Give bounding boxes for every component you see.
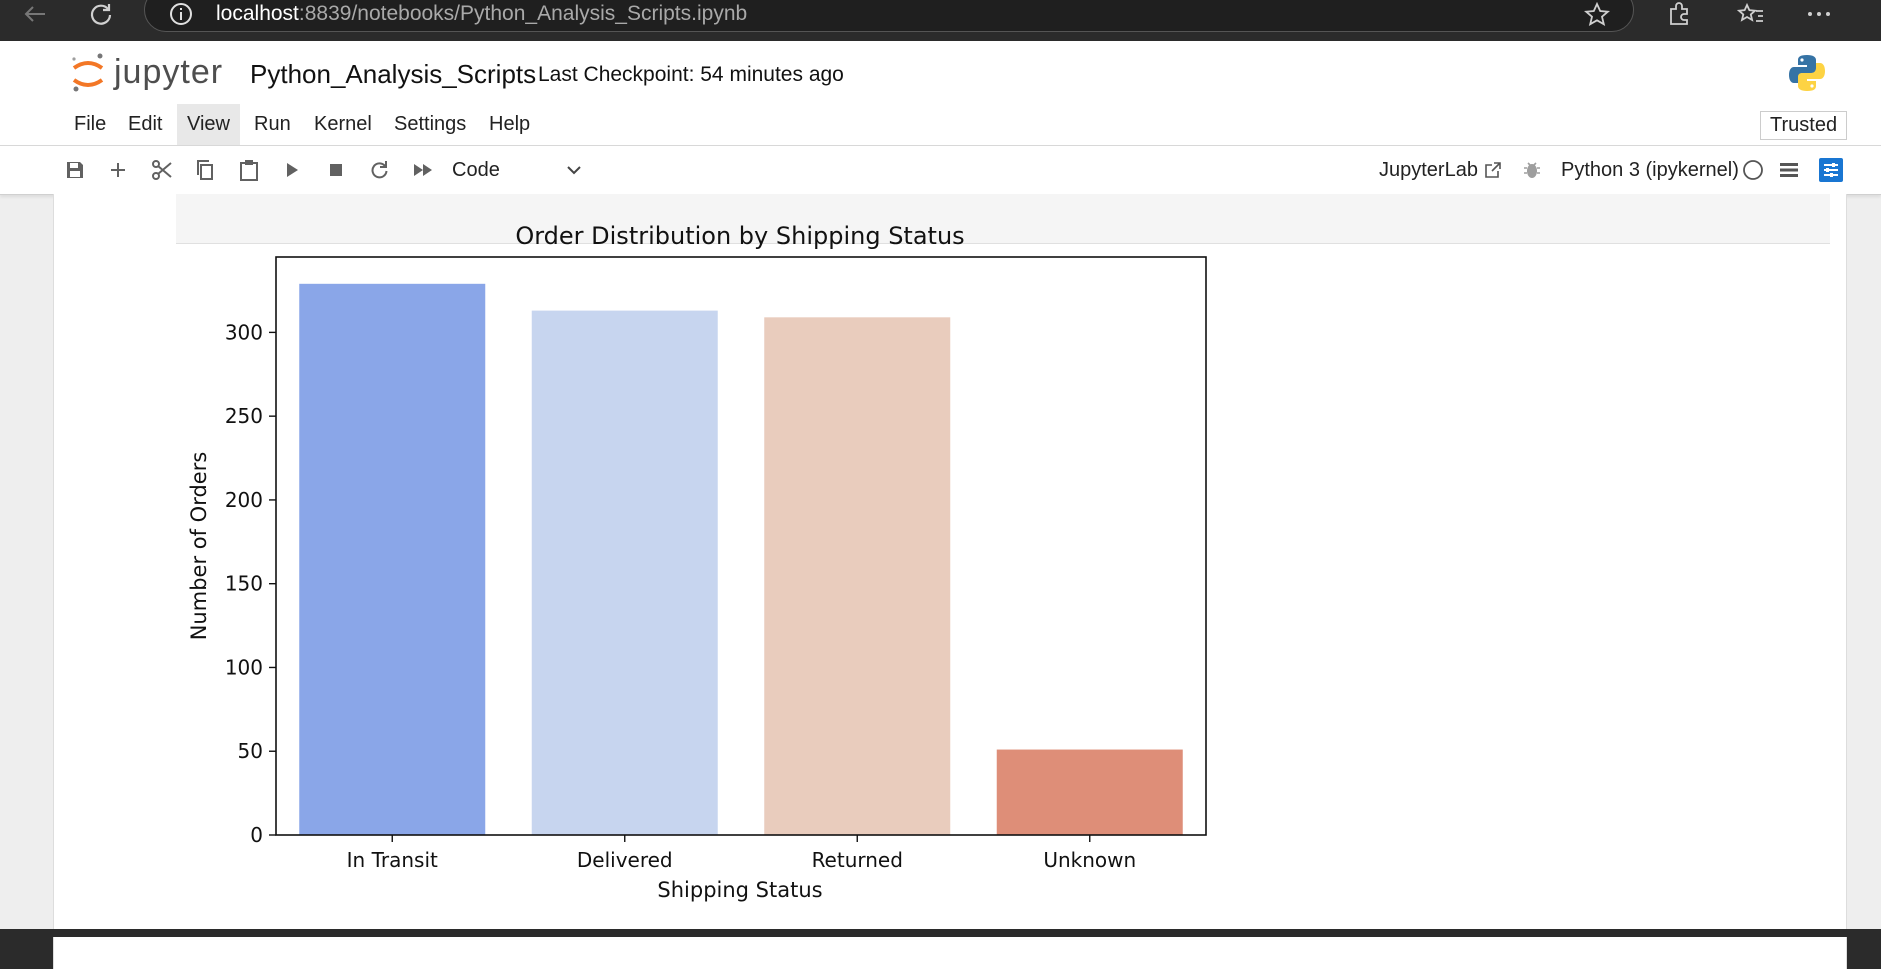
bar-delivered	[531, 310, 718, 836]
bar-in-transit	[299, 283, 486, 835]
extensions-icon[interactable]	[1664, 0, 1694, 28]
x-axis-label: Shipping Status	[657, 878, 822, 902]
back-arrow-icon	[24, 6, 45, 22]
y-axis-label: Number of Orders	[187, 452, 211, 641]
y-tick-label: 50	[238, 739, 263, 763]
browser-toolbar: localhost:8839/notebooks/Python_Analysis…	[0, 0, 1881, 41]
x-tick-label: In Transit	[347, 848, 438, 872]
url-text[interactable]: localhost:8839/notebooks/Python_Analysis…	[216, 0, 747, 28]
more-options-icon[interactable]	[1804, 0, 1834, 28]
y-tick-label: 150	[225, 572, 263, 596]
bar-chart: Order Distribution by Shipping Status 0 5…	[187, 222, 1207, 902]
url-path: :8839/notebooks/Python_Analysis_Scripts.…	[298, 2, 748, 25]
back-button[interactable]	[20, 0, 50, 28]
reload-button[interactable]	[86, 0, 116, 28]
y-tick-label: 250	[225, 404, 263, 428]
jupyter-page: jupyter Python_Analysis_Scripts Last Che…	[0, 41, 1881, 969]
chart-title: Order Distribution by Shipping Status	[515, 222, 964, 250]
reload-icon	[90, 4, 112, 25]
favorites-icon[interactable]	[1736, 0, 1766, 28]
x-tick-label: Returned	[812, 848, 903, 872]
url-host: localhost	[216, 2, 299, 25]
y-tick-label: 300	[225, 320, 263, 344]
bar-unknown	[996, 749, 1183, 835]
y-tick-label: 100	[225, 655, 263, 679]
y-tick-label: 0	[250, 823, 263, 847]
bar-returned	[764, 317, 951, 835]
y-tick-label: 200	[225, 488, 263, 512]
x-tick-label: Delivered	[577, 848, 673, 872]
favorite-star-icon[interactable]	[1582, 0, 1612, 28]
x-tick-label: Unknown	[1043, 848, 1136, 872]
site-info-icon[interactable]	[166, 0, 196, 28]
window-bottom-edge	[0, 929, 1881, 937]
